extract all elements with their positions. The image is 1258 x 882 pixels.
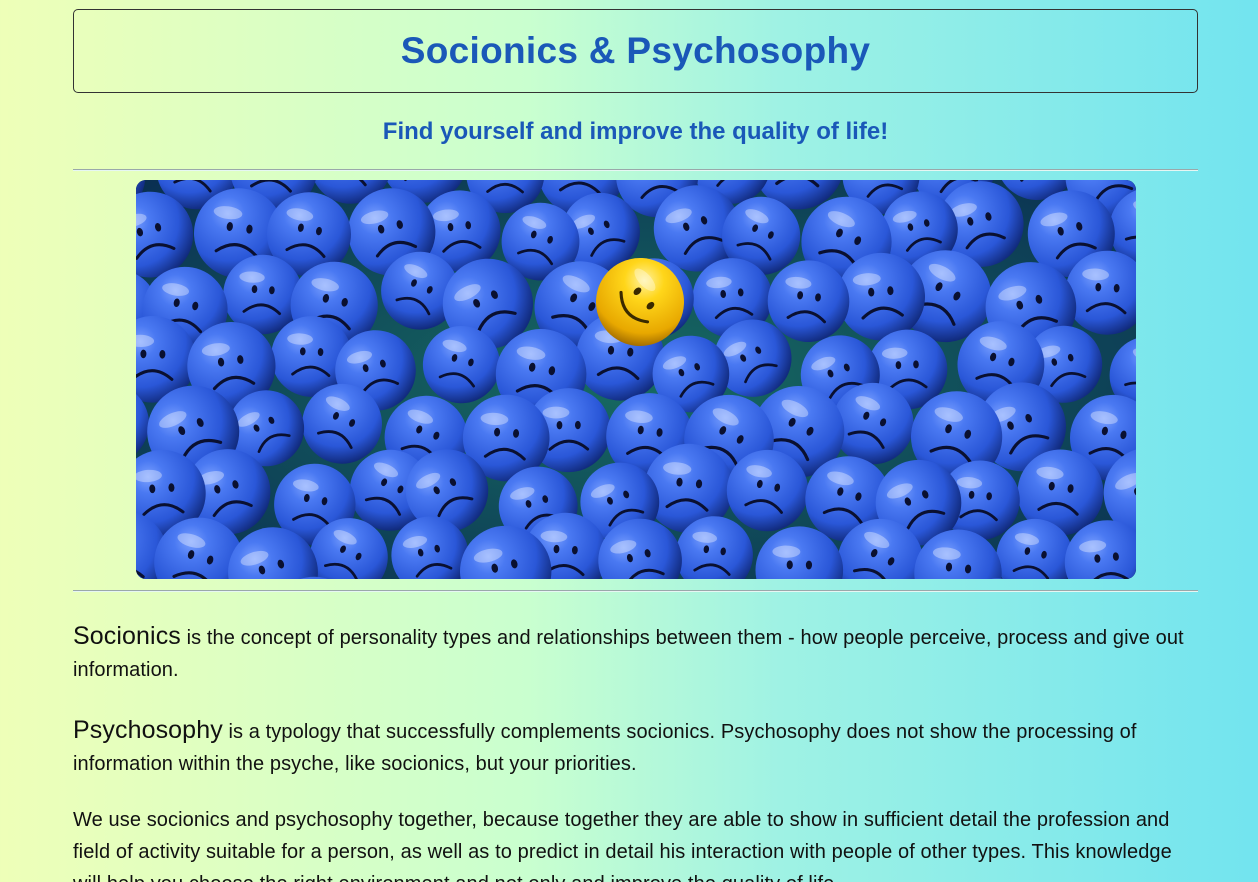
top-divider xyxy=(73,169,1198,171)
bottom-divider xyxy=(73,590,1198,592)
site-header: Socionics & Psychosophy xyxy=(73,9,1198,93)
psychosophy-description: is a typology that successfully compleme… xyxy=(73,721,1137,775)
intro-text: Socionics is the concept of personality … xyxy=(73,620,1198,882)
site-title[interactable]: Socionics & Psychosophy xyxy=(401,30,871,72)
socionics-description: is the concept of personality types and … xyxy=(73,627,1184,681)
tagline: Find yourself and improve the quality of… xyxy=(382,118,889,145)
psychosophy-term: Psychosophy xyxy=(73,716,223,744)
hero-wrapper xyxy=(73,180,1198,579)
socionics-paragraph: Socionics is the concept of personality … xyxy=(73,620,1198,686)
hero-image xyxy=(135,180,1136,579)
page-container: Socionics & Psychosophy Find yourself an… xyxy=(73,9,1198,882)
socionics-term: Socionics xyxy=(73,622,181,650)
psychosophy-paragraph: Psychosophy is a typology that successfu… xyxy=(73,714,1198,780)
usage-paragraph: We use socionics and psychosophy togethe… xyxy=(73,809,1172,882)
